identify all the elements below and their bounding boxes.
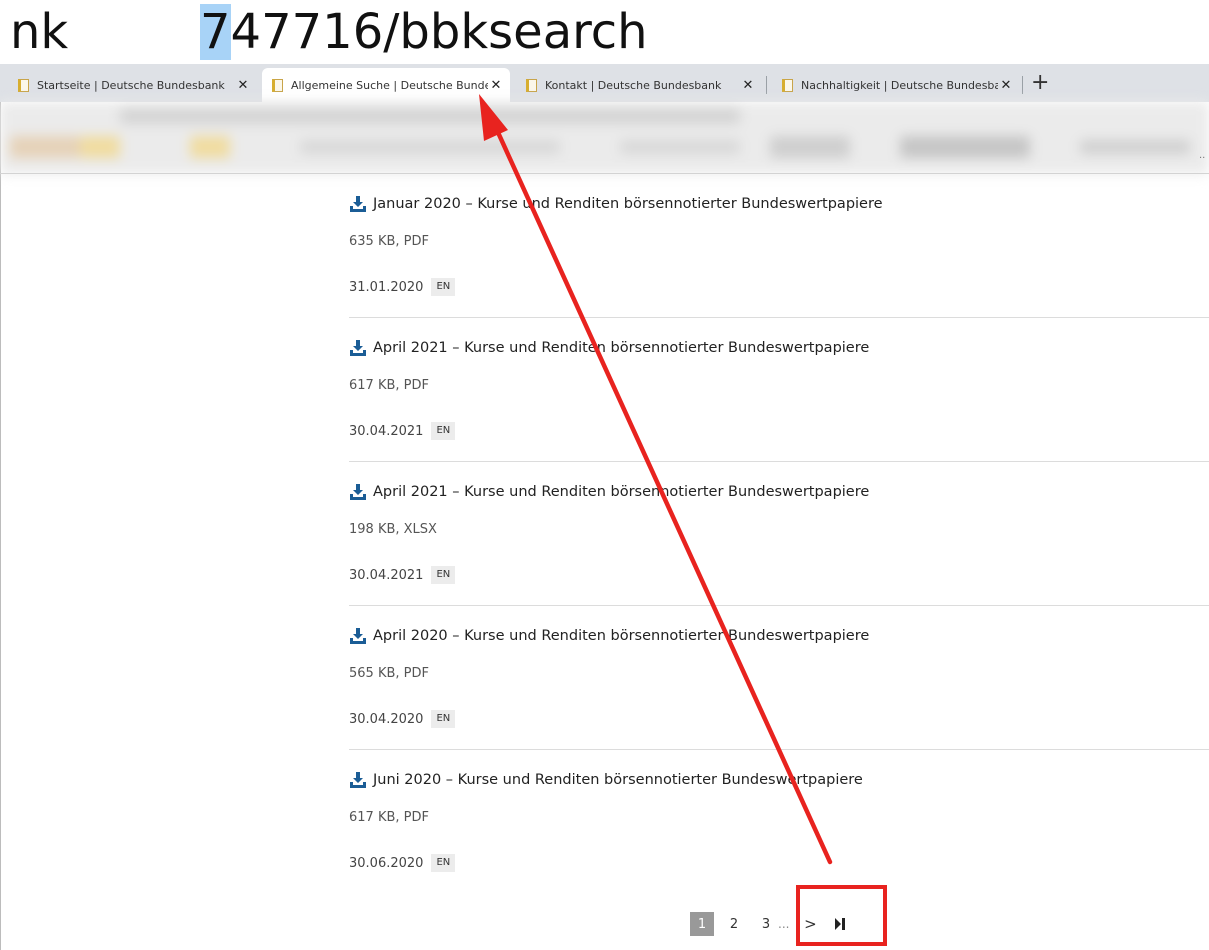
file-info: 617 KB, PDF xyxy=(349,378,429,393)
result-item: April 2021 – Kurse und Renditen börsenno… xyxy=(349,462,1209,606)
toolbar-overflow-icon[interactable]: .. xyxy=(1199,150,1205,161)
result-date: 30.06.2020 xyxy=(349,855,424,871)
tab-separator xyxy=(1022,76,1023,94)
bundesbank-favicon-icon xyxy=(782,78,793,92)
result-item: Januar 2020 – Kurse und Renditen börsenn… xyxy=(349,174,1209,318)
file-info: 565 KB, PDF xyxy=(349,666,429,681)
tab-label: Nachhaltigkeit | Deutsche Bundesbank xyxy=(801,78,998,92)
annotation-highlight-box xyxy=(796,885,887,946)
bundesbank-favicon-icon xyxy=(526,78,537,92)
page-1-button[interactable]: 1 xyxy=(690,912,714,936)
tab-separator xyxy=(766,76,767,94)
tab-label: Kontakt | Deutsche Bundesbank xyxy=(545,78,722,92)
result-item: April 2021 – Kurse und Renditen börsenno… xyxy=(349,318,1209,462)
tab-strip: Startseite | Deutsche Bundesbank ✕ Allge… xyxy=(0,64,1209,102)
result-title: April 2021 – Kurse und Renditen börsenno… xyxy=(373,340,870,356)
result-title-link[interactable]: Juni 2020 – Kurse und Renditen börsennot… xyxy=(349,772,863,788)
tab-nachhaltigkeit[interactable]: Nachhaltigkeit | Deutsche Bundesbank ✕ xyxy=(772,68,1020,102)
download-icon xyxy=(350,628,366,644)
result-date: 30.04.2020 xyxy=(349,711,424,727)
close-icon[interactable]: ✕ xyxy=(740,78,756,93)
download-icon xyxy=(350,484,366,500)
new-tab-button[interactable]: + xyxy=(1031,72,1049,94)
download-icon xyxy=(350,772,366,788)
file-info: 198 KB, XLSX xyxy=(349,522,437,537)
tab-startseite[interactable]: Startseite | Deutsche Bundesbank ✕ xyxy=(8,68,257,102)
download-icon xyxy=(350,340,366,356)
result-title: April 2021 – Kurse und Renditen börsenno… xyxy=(373,484,870,500)
tab-label: Startseite | Deutsche Bundesbank xyxy=(37,78,225,92)
page-3-button[interactable]: 3 xyxy=(754,912,778,936)
result-date-row: 30.06.2020 EN xyxy=(349,854,456,872)
search-results: Januar 2020 – Kurse und Renditen börsenn… xyxy=(349,174,1209,893)
result-title: April 2020 – Kurse und Renditen börsenno… xyxy=(373,628,870,644)
bundesbank-favicon-icon xyxy=(18,78,29,92)
close-icon[interactable]: ✕ xyxy=(488,78,504,93)
language-badge: EN xyxy=(431,710,456,728)
download-icon xyxy=(350,196,366,212)
result-item: Juni 2020 – Kurse und Renditen börsennot… xyxy=(349,750,1209,893)
language-badge: EN xyxy=(431,422,456,440)
bundesbank-favicon-icon xyxy=(272,78,283,92)
result-date-row: 30.04.2021 EN xyxy=(349,422,456,440)
result-title-link[interactable]: April 2020 – Kurse und Renditen börsenno… xyxy=(349,628,869,644)
address-bar[interactable]: nk 747716/bbksearch xyxy=(0,0,1209,64)
address-selection: 7 xyxy=(200,4,231,60)
result-date: 30.04.2021 xyxy=(349,567,424,583)
tab-kontakt[interactable]: Kontakt | Deutsche Bundesbank ✕ xyxy=(516,68,762,102)
result-title-link[interactable]: April 2021 – Kurse und Renditen börsenno… xyxy=(349,340,869,356)
close-icon[interactable]: ✕ xyxy=(998,78,1014,93)
file-info: 635 KB, PDF xyxy=(349,234,429,249)
page-2-button[interactable]: 2 xyxy=(722,912,746,936)
language-badge: EN xyxy=(431,854,456,872)
address-text[interactable]: 747716/bbksearch xyxy=(200,2,648,62)
result-date-row: 31.01.2020 EN xyxy=(349,278,456,296)
language-badge: EN xyxy=(431,566,456,584)
address-text-right: 47716/bbksearch xyxy=(230,4,648,60)
result-title: Juni 2020 – Kurse und Renditen börsennot… xyxy=(373,772,863,788)
result-title-link[interactable]: April 2021 – Kurse und Renditen börsenno… xyxy=(349,484,869,500)
result-item: April 2020 – Kurse und Renditen börsenno… xyxy=(349,606,1209,750)
result-title: Januar 2020 – Kurse und Renditen börsenn… xyxy=(373,196,883,212)
close-icon[interactable]: ✕ xyxy=(235,78,251,93)
pagination-ellipsis: ... xyxy=(778,917,790,931)
result-date-row: 30.04.2021 EN xyxy=(349,566,456,584)
result-title-link[interactable]: Januar 2020 – Kurse und Renditen börsenn… xyxy=(349,196,883,212)
file-info: 617 KB, PDF xyxy=(349,810,429,825)
tab-label: Allgemeine Suche | Deutsche Bundesbank xyxy=(291,78,488,92)
tab-allgemeine-suche[interactable]: Allgemeine Suche | Deutsche Bundesbank ✕ xyxy=(262,68,510,102)
language-badge: EN xyxy=(431,278,456,296)
result-date: 30.04.2021 xyxy=(349,423,424,439)
address-text-left: nk xyxy=(10,4,69,60)
blurred-site-header xyxy=(0,102,1209,174)
result-date: 31.01.2020 xyxy=(349,279,424,295)
result-date-row: 30.04.2020 EN xyxy=(349,710,456,728)
